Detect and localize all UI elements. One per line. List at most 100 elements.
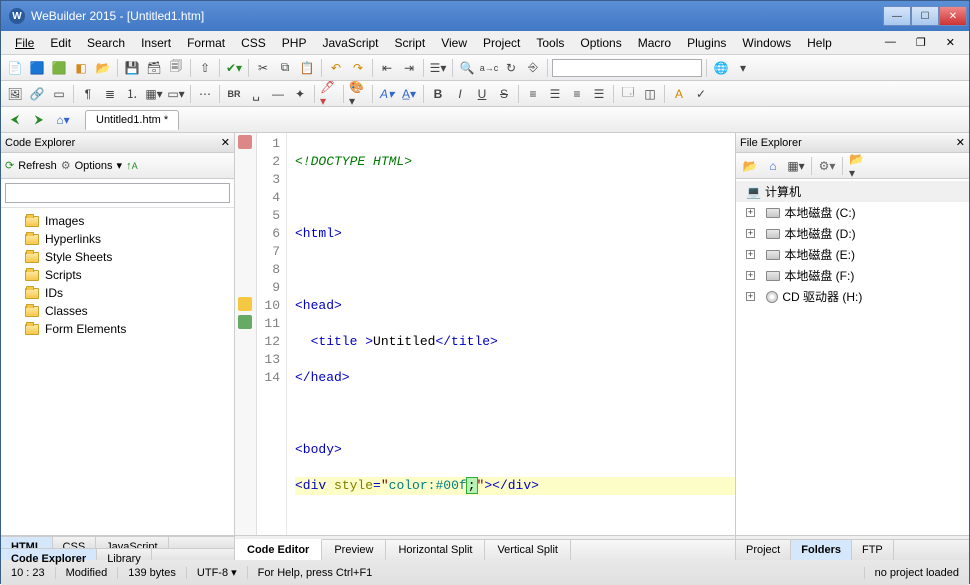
forward-icon[interactable]: ⮞ (29, 110, 49, 130)
folding-margin[interactable] (235, 133, 257, 535)
form-icon[interactable]: ▭ (49, 84, 69, 104)
menu-edit[interactable]: Edit (42, 34, 79, 52)
menu-script[interactable]: Script (387, 34, 434, 52)
bookmark-icon[interactable]: ☰▾ (428, 58, 448, 78)
drive-row[interactable]: + 本地磁盘 (E:) (736, 244, 969, 265)
tree-item[interactable]: Scripts (1, 266, 234, 284)
underline-icon[interactable]: U (472, 84, 492, 104)
nbsp-icon[interactable]: ␣ (246, 84, 266, 104)
code-editor[interactable]: <!DOCTYPE HTML> <html> <head> <title >Un… (287, 133, 735, 535)
search-combo[interactable] (552, 59, 702, 77)
br-icon[interactable]: BR (224, 84, 244, 104)
paragraph-icon[interactable]: ¶ (78, 84, 98, 104)
color-icon[interactable]: 🎨▾ (348, 84, 368, 104)
tab-code-explorer[interactable]: Code Explorer (1, 549, 97, 560)
highlight-icon[interactable]: A (669, 84, 689, 104)
menu-insert[interactable]: Insert (133, 34, 179, 52)
open-icon[interactable]: 📂 (93, 58, 113, 78)
drive-row[interactable]: + 本地磁盘 (D:) (736, 223, 969, 244)
code-explorer-search-input[interactable] (5, 183, 230, 203)
cut-icon[interactable]: ✂ (253, 58, 273, 78)
view-icon[interactable]: ▦▾ (786, 156, 806, 176)
hr-icon[interactable]: — (268, 84, 288, 104)
mdi-restore-button[interactable]: ❐ (908, 34, 934, 51)
expander-icon[interactable]: + (746, 229, 755, 238)
tab-project[interactable]: Project (736, 540, 791, 560)
find-icon[interactable]: 🔍 (457, 58, 477, 78)
copy-icon[interactable]: ⧉ (275, 58, 295, 78)
tab-ftp[interactable]: FTP (852, 540, 894, 560)
tab-html[interactable]: HTML (1, 537, 53, 548)
menu-javascript[interactable]: JavaScript (314, 34, 386, 52)
tree-item[interactable]: Form Elements (1, 320, 234, 338)
comment-icon[interactable]: ⋯ (195, 84, 215, 104)
menu-windows[interactable]: Windows (734, 34, 799, 52)
align-center-icon[interactable]: ☰ (545, 84, 565, 104)
menu-options[interactable]: Options (572, 34, 629, 52)
browser-preview-icon[interactable]: 🌐 (711, 58, 731, 78)
tree-item[interactable]: Hyperlinks (1, 230, 234, 248)
back-icon[interactable]: ⮜ (5, 110, 25, 130)
font-style-icon[interactable]: A▾ (377, 84, 397, 104)
tab-library[interactable]: Library (97, 549, 152, 560)
tab-vsplit[interactable]: Vertical Split (485, 540, 571, 560)
indent-icon[interactable]: ⇥ (399, 58, 419, 78)
save-icon[interactable]: 💾 (122, 58, 142, 78)
replace-icon[interactable]: a→c (479, 58, 499, 78)
drive-row[interactable]: + 本地磁盘 (C:) (736, 202, 969, 223)
div-icon[interactable]: ▭▾ (166, 84, 186, 104)
open-folder-icon[interactable]: 📂▾ (848, 156, 868, 176)
goto-icon[interactable]: ⎆ (523, 58, 543, 78)
findnext-icon[interactable]: ↻ (501, 58, 521, 78)
new-html-icon[interactable]: 🟦 (27, 58, 47, 78)
options-label[interactable]: Options (75, 160, 113, 172)
mdi-close-button[interactable]: ✕ (938, 34, 963, 51)
redo-icon[interactable]: ↷ (348, 58, 368, 78)
tab-folders[interactable]: Folders (791, 540, 852, 560)
link-icon[interactable]: 🔗 (27, 84, 47, 104)
tab-css[interactable]: CSS (53, 537, 97, 548)
menu-project[interactable]: Project (475, 34, 528, 52)
entities-icon[interactable]: ✦ (290, 84, 310, 104)
menu-php[interactable]: PHP (274, 34, 315, 52)
tree-item[interactable]: IDs (1, 284, 234, 302)
menu-search[interactable]: Search (79, 34, 133, 52)
expander-icon[interactable]: + (746, 292, 755, 301)
status-encoding[interactable]: UTF-8 ▾ (187, 566, 248, 579)
maximize-button[interactable]: ☐ (911, 6, 939, 26)
up-folder-icon[interactable]: 📂 (740, 156, 760, 176)
close-button[interactable]: ✕ (939, 6, 967, 26)
undo-icon[interactable]: ↶ (326, 58, 346, 78)
save-copy-icon[interactable]: 🗐 (166, 58, 186, 78)
tab-code-editor[interactable]: Code Editor (235, 539, 322, 560)
recent-icon[interactable]: ⌂▾ (53, 110, 73, 130)
italic-icon[interactable]: I (450, 84, 470, 104)
align-justify-icon[interactable]: ☰ (589, 84, 609, 104)
tab-js[interactable]: JavaScript (96, 537, 168, 548)
spellcheck-icon[interactable]: ✓ (691, 84, 711, 104)
strike-icon[interactable]: S (494, 84, 514, 104)
code-explorer-close-icon[interactable]: ✕ (221, 136, 230, 149)
menu-help[interactable]: Help (799, 34, 840, 52)
marker-icon[interactable]: 🖊▾ (319, 84, 339, 104)
menu-view[interactable]: View (433, 34, 475, 52)
mdi-minimize-button[interactable]: — (877, 34, 904, 51)
check-icon[interactable]: ✔▾ (224, 58, 244, 78)
minimize-button[interactable]: — (883, 6, 911, 26)
list-ul-icon[interactable]: ≣ (100, 84, 120, 104)
tree-root[interactable]: 💻 计算机 (736, 181, 969, 202)
refresh-icon[interactable]: ⟳ (5, 159, 14, 172)
align-left-icon[interactable]: ≡ (523, 84, 543, 104)
save-all-icon[interactable]: 🗃 (144, 58, 164, 78)
upload-icon[interactable]: ⇧ (195, 58, 215, 78)
expander-icon[interactable]: + (746, 271, 755, 280)
font-css-icon[interactable]: A̲▾ (399, 84, 419, 104)
table-icon[interactable]: ▦▾ (144, 84, 164, 104)
expander-icon[interactable]: + (746, 208, 755, 217)
tab-preview[interactable]: Preview (322, 540, 386, 560)
browser-dropdown-icon[interactable]: ▾ (733, 58, 753, 78)
refresh-label[interactable]: Refresh (18, 160, 57, 172)
tree-item[interactable]: Classes (1, 302, 234, 320)
settings-icon[interactable]: ⚙▾ (817, 156, 837, 176)
gear-icon[interactable]: ⚙ (61, 159, 71, 172)
